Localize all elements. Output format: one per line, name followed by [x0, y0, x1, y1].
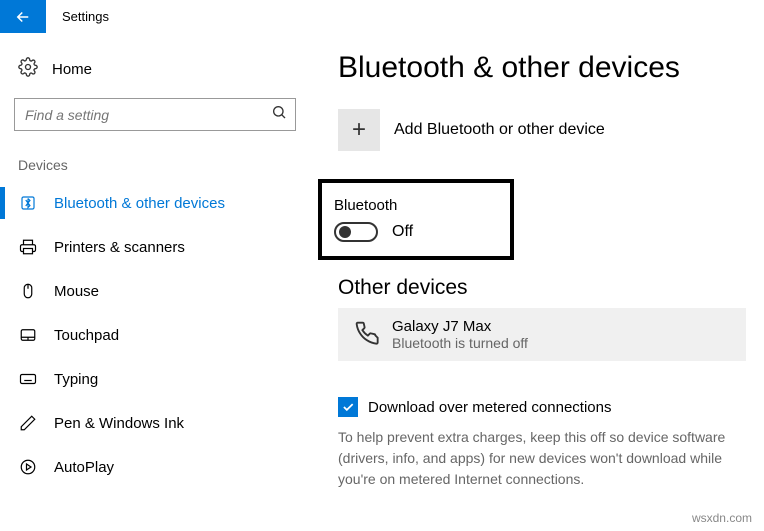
add-device-button[interactable]: + Add Bluetooth or other device: [338, 109, 746, 151]
metered-help-text: To help prevent extra charges, keep this…: [338, 427, 746, 490]
keyboard-icon: [18, 370, 38, 388]
touchpad-icon: [18, 326, 38, 344]
search-icon: [271, 104, 287, 125]
checkbox-checked-icon: [338, 397, 358, 417]
sidebar-section-title: Devices: [14, 157, 310, 181]
other-devices-title: Other devices: [338, 276, 746, 300]
plus-icon: +: [338, 109, 380, 151]
device-name: Galaxy J7 Max: [392, 318, 528, 335]
gear-icon: [18, 57, 38, 82]
metered-label: Download over metered connections: [368, 399, 611, 416]
search-input[interactable]: [25, 107, 271, 123]
sidebar-item-label: Touchpad: [54, 327, 119, 344]
back-button[interactable]: [0, 0, 46, 33]
app-title: Settings: [46, 9, 109, 24]
back-arrow-icon: [14, 8, 32, 26]
home-label: Home: [52, 61, 92, 78]
search-input-wrap[interactable]: [14, 98, 296, 131]
sidebar-item-label: AutoPlay: [54, 459, 114, 476]
sidebar-item-touchpad[interactable]: Touchpad: [14, 313, 310, 357]
bluetooth-label: Bluetooth: [334, 197, 492, 214]
main-content: Bluetooth & other devices + Add Bluetoot…: [310, 33, 764, 531]
autoplay-icon: [18, 458, 38, 476]
sidebar-item-label: Printers & scanners: [54, 239, 185, 256]
sidebar: Home Devices Bluetooth & other devices P…: [0, 33, 310, 531]
home-button[interactable]: Home: [14, 51, 310, 98]
add-device-label: Add Bluetooth or other device: [394, 121, 605, 139]
sidebar-item-label: Mouse: [54, 283, 99, 300]
bluetooth-toggle[interactable]: [334, 222, 378, 242]
sidebar-item-printers[interactable]: Printers & scanners: [14, 225, 310, 269]
printer-icon: [18, 238, 38, 256]
title-bar: Settings: [0, 0, 764, 33]
page-title: Bluetooth & other devices: [338, 51, 746, 85]
bluetooth-highlight-box: Bluetooth Off: [318, 179, 514, 260]
bluetooth-icon: [18, 194, 38, 212]
pen-icon: [18, 414, 38, 432]
phone-icon: [352, 318, 380, 351]
sidebar-item-typing[interactable]: Typing: [14, 357, 310, 401]
sidebar-item-pen[interactable]: Pen & Windows Ink: [14, 401, 310, 445]
metered-checkbox-row[interactable]: Download over metered connections: [338, 397, 746, 417]
sidebar-item-label: Typing: [54, 371, 98, 388]
sidebar-item-bluetooth[interactable]: Bluetooth & other devices: [14, 181, 310, 225]
watermark: wsxdn.com: [692, 511, 752, 525]
sidebar-item-label: Pen & Windows Ink: [54, 415, 184, 432]
device-status: Bluetooth is turned off: [392, 335, 528, 351]
device-item[interactable]: Galaxy J7 Max Bluetooth is turned off: [338, 308, 746, 361]
mouse-icon: [18, 282, 38, 300]
sidebar-item-label: Bluetooth & other devices: [54, 195, 225, 212]
bluetooth-state: Off: [392, 223, 413, 241]
sidebar-item-mouse[interactable]: Mouse: [14, 269, 310, 313]
sidebar-item-autoplay[interactable]: AutoPlay: [14, 445, 310, 489]
